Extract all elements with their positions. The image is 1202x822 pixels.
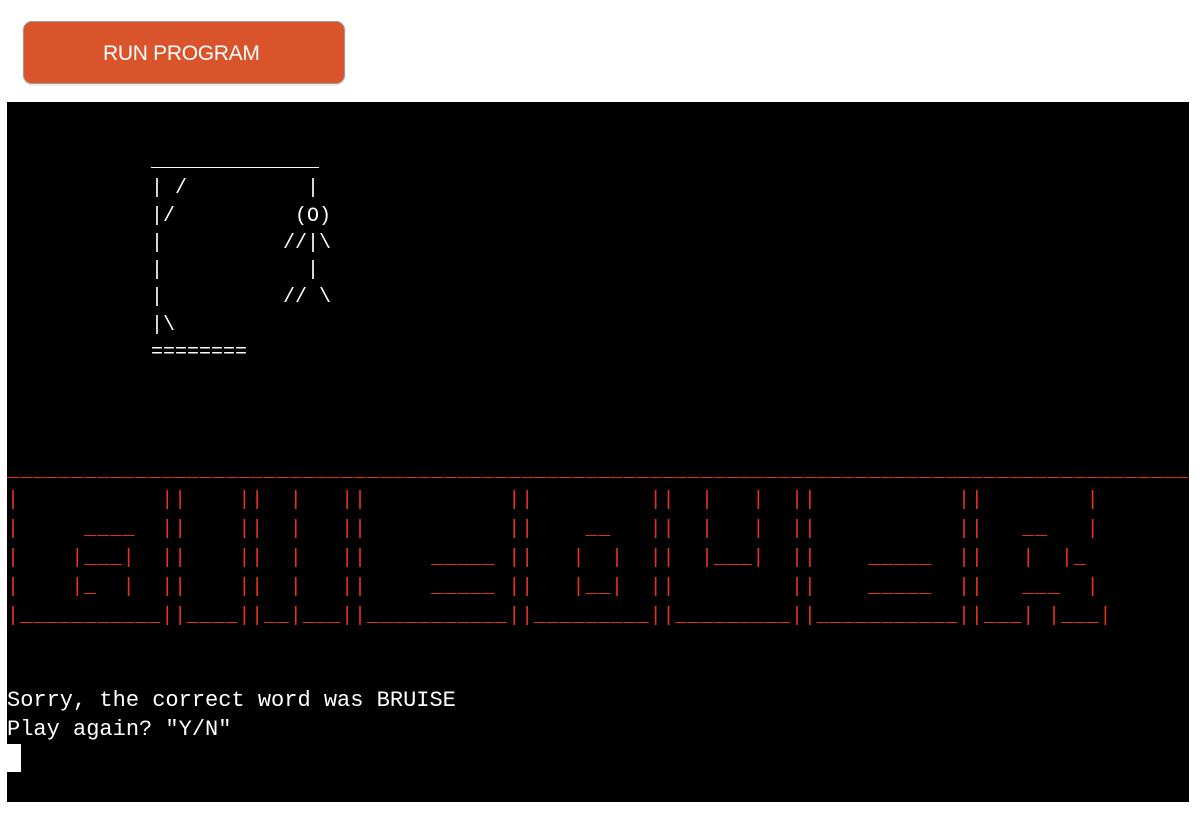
terminal[interactable]: ______________ | / | |/ (O) | //|\ | | |… [7, 102, 1189, 802]
hangman-gallows-art: ______________ | / | |/ (O) | //|\ | | |… [151, 150, 332, 365]
result-message: Sorry, the correct word was BRUISE [7, 688, 456, 713]
terminal-cursor [7, 744, 21, 772]
play-again-prompt: Play again? "Y/N" [7, 717, 232, 742]
run-program-button[interactable]: RUN PROGRAM [23, 21, 345, 84]
game-over-banner-art: ________________________________________… [7, 460, 1189, 628]
